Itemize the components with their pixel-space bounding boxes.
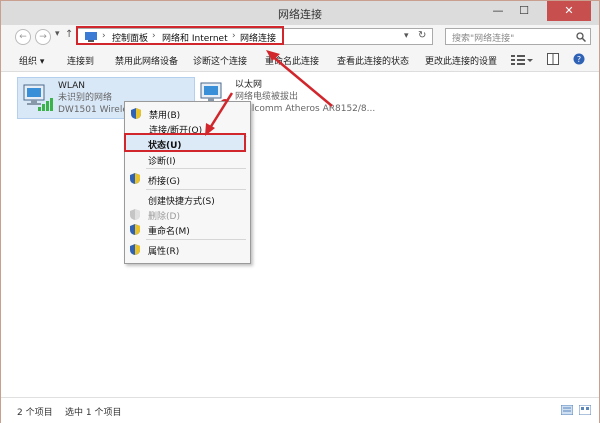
preview-pane-icon[interactable]	[547, 53, 559, 65]
back-button[interactable]: ←	[15, 29, 31, 45]
help-icon[interactable]: ?	[573, 53, 585, 65]
context-menu-lower: 诊断(I) 桥接(G) 创建快捷方式(S) 删除(D) 重命名(M) 属性(R)	[124, 152, 251, 262]
address-dropdown-icon[interactable]: ▾	[404, 31, 409, 41]
menu-item-bridge[interactable]: 桥接(G)	[148, 174, 180, 187]
menu-item-properties[interactable]: 属性(R)	[148, 244, 179, 257]
shield-icon	[131, 108, 141, 119]
shield-icon	[130, 244, 140, 255]
search-placeholder: 搜索"网络连接"	[452, 34, 515, 44]
menu-item-create-shortcut[interactable]: 创建快捷方式(S)	[148, 194, 215, 207]
menu-item-delete: 删除(D)	[148, 212, 180, 222]
forward-button[interactable]: →	[35, 29, 51, 45]
shield-icon	[130, 209, 140, 220]
status-bar: 2 个项目 选中 1 个项目	[1, 397, 599, 423]
rename-button[interactable]: 重命名此连接	[265, 54, 319, 67]
connection-device: Realcomm Atheros AR8152/8...	[235, 104, 376, 114]
up-button[interactable]: ↑	[65, 29, 73, 40]
menu-item-disable[interactable]: 禁用(B)	[149, 108, 180, 121]
connections-list: WLAN 未识别的网络 DW1501 Wireless 以太网 网络电缆被拔出 …	[1, 72, 599, 397]
refresh-icon[interactable]: ↻	[418, 30, 426, 41]
address-bar[interactable]: › 控制面板 › 网络和 Internet › 网络连接 ▾ ↻	[76, 26, 433, 45]
connection-status: 网络电缆被拔出	[235, 92, 299, 102]
address-highlight-box	[76, 26, 284, 45]
close-button[interactable]: ✕	[547, 1, 591, 21]
title-bar: 网络连接 — ☐ ✕	[1, 1, 599, 25]
view-options-icon[interactable]	[511, 54, 533, 66]
connection-name: WLAN	[58, 81, 86, 91]
disable-device-button[interactable]: 禁用此网络设备	[115, 54, 178, 67]
change-settings-button[interactable]: 更改此连接的设置	[425, 54, 497, 67]
menu-item-rename[interactable]: 重命名(M)	[148, 224, 190, 237]
selected-count: 选中 1 个项目	[65, 408, 122, 418]
organize-button[interactable]: 组织 ▾	[19, 54, 44, 67]
menu-item-status[interactable]: 状态(U)	[148, 138, 182, 151]
menu-separator	[146, 168, 246, 169]
shield-icon	[130, 224, 140, 235]
details-view-icon[interactable]	[561, 405, 573, 415]
menu-separator	[146, 189, 246, 190]
recent-dropdown-icon[interactable]: ▾	[55, 29, 60, 39]
shield-icon	[130, 173, 140, 184]
large-icons-view-icon[interactable]	[579, 405, 591, 415]
diagnose-button[interactable]: 诊断这个连接	[193, 54, 247, 67]
navigation-bar: ← → ▾ ↑ › 控制面板 › 网络和 Internet › 网络连接 ▾ ↻…	[1, 25, 599, 49]
menu-item-status-highlight[interactable]: 状态(U)	[124, 133, 246, 152]
command-bar: 组织 ▾ 连接到 禁用此网络设备 诊断这个连接 重命名此连接 查看此连接的状态 …	[1, 49, 599, 72]
computer-network-icon	[23, 84, 53, 111]
menu-separator	[146, 239, 246, 240]
minimize-button[interactable]: —	[485, 1, 511, 21]
search-input[interactable]: 搜索"网络连接"	[445, 28, 591, 45]
items-count: 2 个项目	[17, 408, 53, 418]
menu-item-diagnose[interactable]: 诊断(I)	[148, 154, 176, 167]
search-icon[interactable]	[576, 32, 586, 42]
connect-to-button[interactable]: 连接到	[67, 54, 94, 67]
maximize-button[interactable]: ☐	[511, 1, 537, 21]
svg-text:?: ?	[577, 55, 581, 64]
window: 网络连接 — ☐ ✕ ← → ▾ ↑ › 控制面板 › 网络和 Internet…	[0, 0, 600, 423]
view-status-button[interactable]: 查看此连接的状态	[337, 54, 409, 67]
connection-name: 以太网	[235, 80, 263, 90]
